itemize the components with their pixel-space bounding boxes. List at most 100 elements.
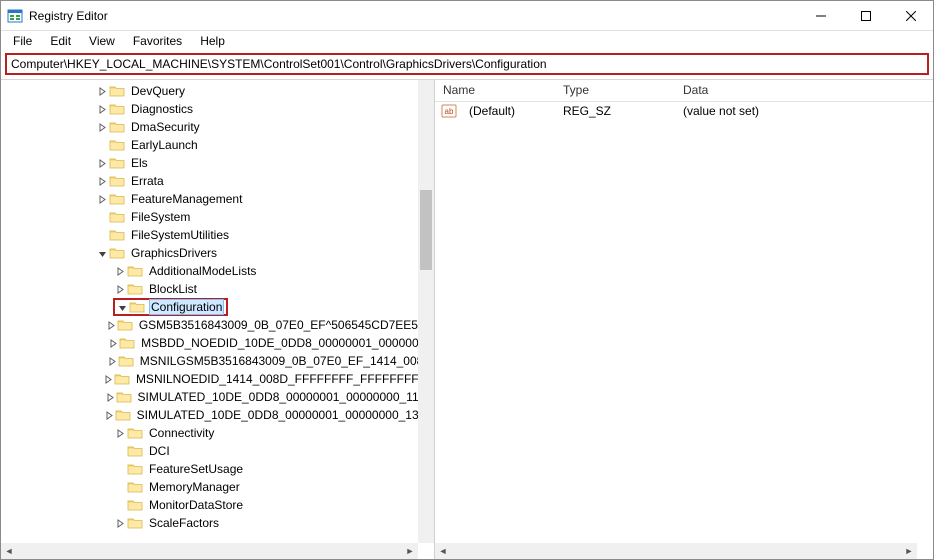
tree-item-label: Diagnostics [129, 102, 195, 116]
expand-icon[interactable] [95, 156, 109, 170]
folder-icon [127, 516, 143, 530]
registry-editor-window: Registry Editor File Edit View Favorites… [0, 0, 934, 560]
tree-item-label: FileSystem [129, 210, 192, 224]
column-header-name[interactable]: Name [435, 80, 555, 101]
tree-item[interactable]: BlockList [5, 280, 434, 298]
tree-item[interactable]: MonitorDataStore [5, 496, 434, 514]
tree-item[interactable]: DevQuery [5, 82, 434, 100]
tree-item[interactable]: MSBDD_NOEDID_10DE_0DD8_00000001_00000000 [5, 334, 434, 352]
expand-icon[interactable] [106, 318, 117, 332]
menu-edit[interactable]: Edit [42, 32, 79, 50]
expand-icon[interactable] [107, 354, 118, 368]
column-header-data[interactable]: Data [675, 80, 933, 101]
tree-view[interactable]: DevQuery Diagnostics DmaSecurity EarlyLaunc… [1, 80, 434, 559]
minimize-button[interactable] [798, 1, 843, 30]
tree-item[interactable]: GSM5B3516843009_0B_07E0_EF^506545CD7EE52… [5, 316, 434, 334]
string-value-icon: ab [441, 104, 457, 118]
value-type: REG_SZ [555, 104, 675, 118]
close-button[interactable] [888, 1, 933, 30]
values-horizontal-scrollbar[interactable]: ◄ ► [435, 543, 917, 559]
menu-view[interactable]: View [81, 32, 123, 50]
folder-icon [109, 156, 125, 170]
tree-item-label: DevQuery [129, 84, 187, 98]
maximize-button[interactable] [843, 1, 888, 30]
tree-item[interactable]: MSNILGSM5B3516843009_0B_07E0_EF_1414_008… [5, 352, 434, 370]
folder-icon [127, 282, 143, 296]
tree-item[interactable]: FileSystemUtilities [5, 226, 434, 244]
tree-item[interactable]: EarlyLaunch [5, 136, 434, 154]
expand-icon[interactable] [113, 426, 127, 440]
collapse-icon[interactable] [115, 300, 129, 314]
svg-text:ab: ab [445, 107, 454, 116]
scroll-right-icon[interactable]: ► [901, 543, 917, 559]
tree-horizontal-scrollbar[interactable]: ◄ ► [1, 543, 418, 559]
tree-item[interactable]: FileSystem [5, 208, 434, 226]
folder-icon [117, 318, 133, 332]
folder-icon [115, 408, 131, 422]
folder-icon [118, 354, 134, 368]
tree-item[interactable]: AdditionalModeLists [5, 262, 434, 280]
expand-icon[interactable] [108, 336, 119, 350]
value-row[interactable]: ab(Default)REG_SZ(value not set) [435, 102, 933, 120]
tree-item[interactable]: SIMULATED_10DE_0DD8_00000001_00000000_13… [5, 406, 434, 424]
tree-item-label: BlockList [147, 282, 199, 296]
folder-icon [127, 444, 143, 458]
expand-icon[interactable] [113, 516, 127, 530]
tree-item[interactable]: FeatureManagement [5, 190, 434, 208]
menu-favorites[interactable]: Favorites [125, 32, 190, 50]
tree-item[interactable]: MSNILNOEDID_1414_008D_FFFFFFFF_FFFFFFFF_… [5, 370, 434, 388]
column-header-type[interactable]: Type [555, 80, 675, 101]
tree-item[interactable]: DmaSecurity [5, 118, 434, 136]
window-title: Registry Editor [29, 9, 108, 23]
tree-item-label: EarlyLaunch [129, 138, 200, 152]
expand-icon[interactable] [95, 120, 109, 134]
folder-icon [109, 174, 125, 188]
scroll-right-icon[interactable]: ► [402, 543, 418, 559]
tree-vertical-scrollbar[interactable] [418, 80, 434, 543]
tree-item[interactable]: DCI [5, 442, 434, 460]
expand-icon[interactable] [95, 192, 109, 206]
tree-item[interactable]: Errata [5, 172, 434, 190]
scroll-left-icon[interactable]: ◄ [1, 543, 17, 559]
tree-item-label: DCI [147, 444, 172, 458]
tree-item[interactable]: Els [5, 154, 434, 172]
expand-icon[interactable] [95, 84, 109, 98]
tree-item-label: MemoryManager [147, 480, 242, 494]
expand-icon[interactable] [95, 174, 109, 188]
expand-icon[interactable] [103, 372, 114, 386]
tree-pane: DevQuery Diagnostics DmaSecurity EarlyLaunc… [1, 80, 435, 559]
expand-icon[interactable] [95, 102, 109, 116]
tree-item[interactable]: GraphicsDrivers [5, 244, 434, 262]
address-bar[interactable]: Computer\HKEY_LOCAL_MACHINE\SYSTEM\Contr… [5, 53, 929, 75]
tree-item[interactable]: MemoryManager [5, 478, 434, 496]
tree-item[interactable]: Diagnostics [5, 100, 434, 118]
folder-icon [129, 300, 145, 314]
tree-item[interactable]: ScaleFactors [5, 514, 434, 532]
menubar: File Edit View Favorites Help [1, 31, 933, 51]
folder-icon [109, 246, 125, 260]
folder-icon [109, 102, 125, 116]
tree-item-label: MSNILNOEDID_1414_008D_FFFFFFFF_FFFFFFFF_… [134, 372, 434, 386]
folder-icon [109, 228, 125, 242]
tree-item[interactable]: Connectivity [5, 424, 434, 442]
scroll-left-icon[interactable]: ◄ [435, 543, 451, 559]
tree-item[interactable]: Configuration [5, 298, 434, 316]
tree-item-label: GSM5B3516843009_0B_07E0_EF^506545CD7EE52… [137, 318, 434, 332]
folder-icon [109, 120, 125, 134]
app-icon [7, 8, 23, 24]
collapse-icon[interactable] [95, 246, 109, 260]
folder-icon [109, 192, 125, 206]
folder-icon [116, 390, 132, 404]
tree-item[interactable]: FeatureSetUsage [5, 460, 434, 478]
expand-icon[interactable] [104, 390, 115, 404]
menu-help[interactable]: Help [192, 32, 233, 50]
value-name: (Default) [461, 104, 555, 118]
expand-icon[interactable] [104, 408, 115, 422]
values-list[interactable]: ab(Default)REG_SZ(value not set) [435, 102, 933, 120]
tree-item-label: Els [129, 156, 150, 170]
menu-file[interactable]: File [5, 32, 40, 50]
expand-icon[interactable] [113, 264, 127, 278]
tree-item[interactable]: SIMULATED_10DE_0DD8_00000001_00000000_11… [5, 388, 434, 406]
expand-icon[interactable] [113, 282, 127, 296]
content-area: DevQuery Diagnostics DmaSecurity EarlyLaunc… [1, 79, 933, 559]
